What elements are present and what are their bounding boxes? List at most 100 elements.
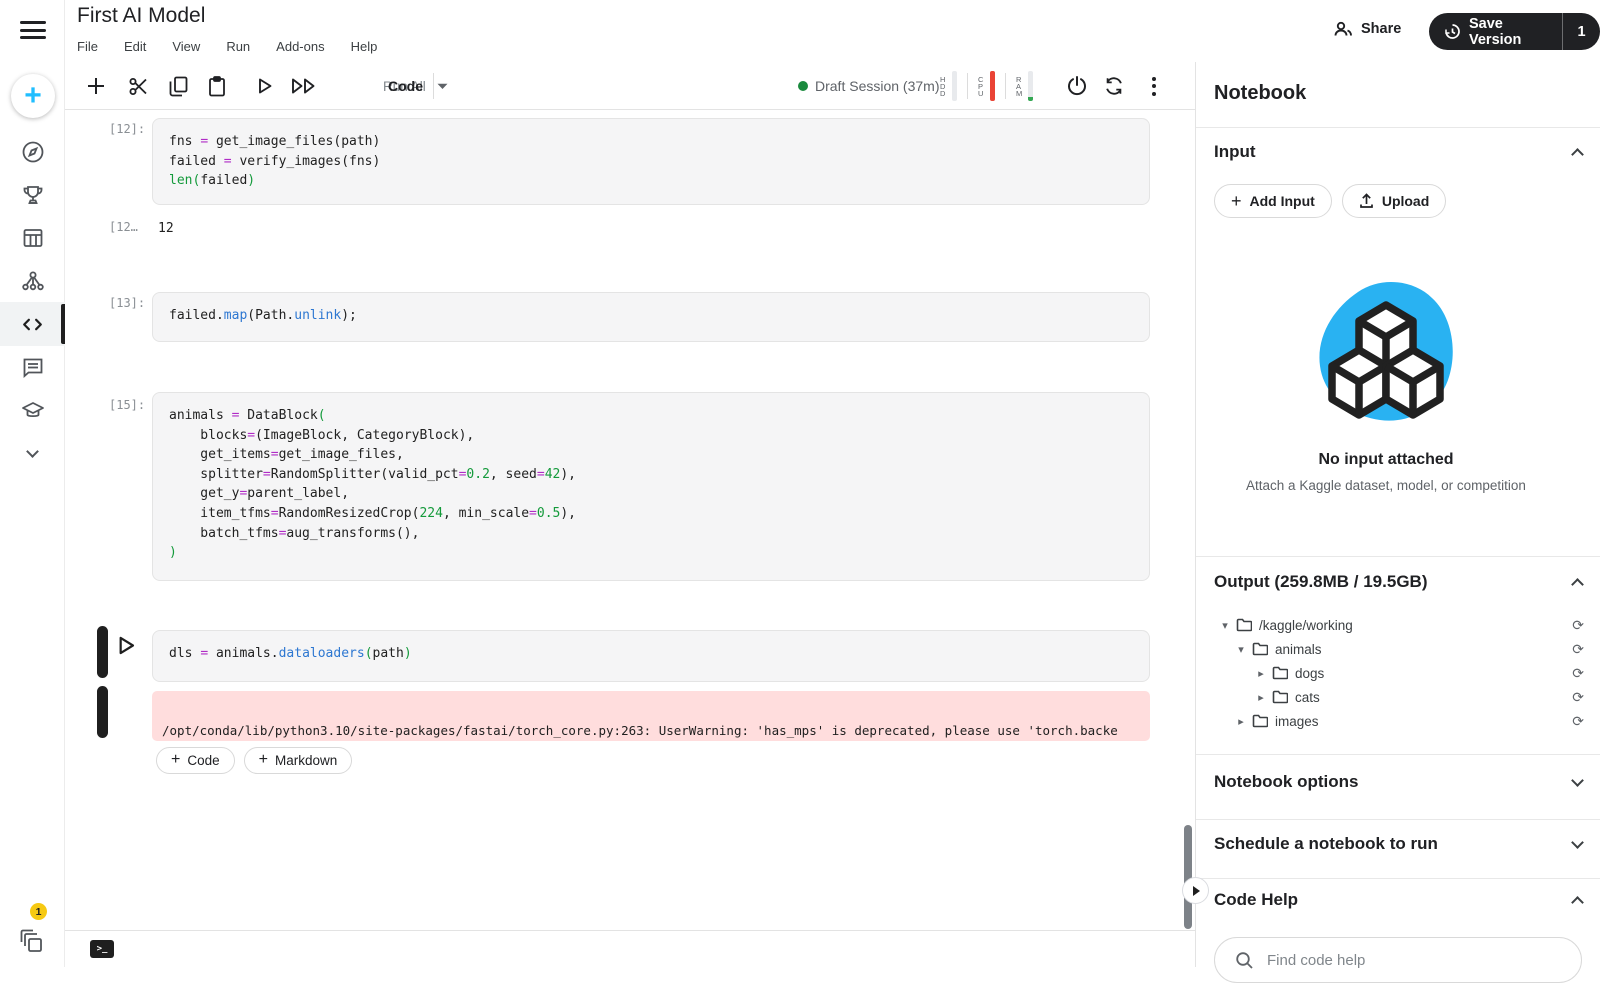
session-status[interactable]: Draft Session (37m)	[798, 62, 939, 110]
sidebar-item-models[interactable]	[0, 259, 65, 303]
sidebar-item-datasets[interactable]	[0, 216, 65, 260]
tree-row-animals[interactable]: ▾ animals ⟳	[1196, 637, 1600, 661]
triangle-right-icon	[1193, 885, 1200, 896]
code-help-section[interactable]: Code Help	[1214, 890, 1584, 910]
code-cell-15[interactable]: animals = DataBlock( blocks=(ImageBlock,…	[152, 392, 1150, 581]
bottom-status-bar: >_	[65, 930, 1195, 967]
divider	[1196, 754, 1600, 755]
sidebar-item-learn[interactable]	[0, 388, 65, 432]
schedule-label: Schedule a notebook to run	[1214, 834, 1438, 853]
menu-view[interactable]: View	[172, 39, 200, 54]
caret-right-icon[interactable]: ▸	[1254, 667, 1268, 680]
ram-gauge[interactable]: RAM	[1016, 71, 1033, 101]
folder-icon	[1252, 642, 1268, 656]
code-line[interactable]: splitter=RandomSplitter(valid_pct=0.2, s…	[169, 465, 1133, 485]
code-line[interactable]: batch_tfms=aug_transforms(),	[169, 524, 1133, 544]
divider	[1196, 556, 1600, 557]
cell-type-dropdown[interactable]: Code	[388, 62, 448, 110]
share-button[interactable]: Share	[1333, 20, 1401, 38]
refresh-icon[interactable]: ⟳	[1572, 689, 1584, 706]
tree-row-images[interactable]: ▸ images ⟳	[1196, 709, 1600, 733]
more-options-button[interactable]	[1139, 62, 1169, 110]
add-input-button[interactable]: + Add Input	[1214, 184, 1332, 218]
refresh-icon[interactable]: ⟳	[1572, 713, 1584, 730]
code-line[interactable]: item_tfms=RandomResizedCrop(224, min_sca…	[169, 504, 1133, 524]
code-cell-12[interactable]: fns = get_image_files(path) failed = veri…	[152, 118, 1150, 205]
tree-row-cats[interactable]: ▸ cats ⟳	[1196, 685, 1600, 709]
caret-down-icon[interactable]: ▾	[1234, 643, 1248, 656]
panel-collapse-handle[interactable]	[1182, 877, 1209, 904]
hdd-bar	[952, 71, 957, 101]
code-line[interactable]: blocks=(ImageBlock, CategoryBlock),	[169, 426, 1133, 446]
code-line[interactable]: )	[169, 543, 1133, 563]
code-help-search[interactable]	[1214, 937, 1582, 983]
active-events-icon[interactable]	[18, 928, 52, 954]
input-header-label: Input	[1214, 142, 1256, 161]
search-input[interactable]	[1267, 951, 1547, 969]
input-section-header[interactable]: Input	[1214, 142, 1584, 162]
code-line[interactable]: fns = get_image_files(path)	[169, 132, 1133, 152]
left-sidebar: + 1	[0, 0, 65, 967]
code-line[interactable]: get_y=parent_label,	[169, 484, 1133, 504]
add-code-cell-button[interactable]: + Code	[156, 747, 235, 774]
code-line[interactable]: dls = animals.dataloaders(path)	[169, 644, 1133, 664]
restart-session-button[interactable]	[1097, 62, 1131, 110]
code-line[interactable]: animals = DataBlock(	[169, 406, 1133, 426]
add-cell-button[interactable]	[81, 62, 111, 110]
folder-name: images	[1275, 713, 1319, 729]
code-line[interactable]: get_items=get_image_files,	[169, 445, 1133, 465]
code-line[interactable]: failed.map(Path.unlink);	[169, 306, 1133, 326]
code-line[interactable]: failed = verify_images(fns)	[169, 152, 1133, 172]
menu-addons[interactable]: Add-ons	[276, 39, 324, 54]
copy-cell-button[interactable]	[163, 62, 193, 110]
warning-line: /opt/conda/lib/python3.10/site-packages/…	[162, 723, 1118, 739]
caret-down-icon[interactable]: ▾	[1218, 619, 1232, 632]
output-header-label: Output (259.8MB / 19.5GB)	[1214, 572, 1428, 591]
menu-file[interactable]: File	[77, 39, 98, 54]
ram-bar	[1028, 71, 1033, 101]
caret-right-icon[interactable]: ▸	[1234, 715, 1248, 728]
terminal-icon[interactable]: >_	[90, 940, 114, 958]
chevron-down-icon	[1571, 835, 1584, 849]
menu-help[interactable]: Help	[351, 39, 378, 54]
menu-edit[interactable]: Edit	[124, 39, 146, 54]
hdd-gauge[interactable]: HDD	[940, 71, 957, 101]
chevron-down-icon	[1571, 773, 1584, 787]
sidebar-item-more[interactable]	[0, 431, 65, 475]
code-line[interactable]: len(failed)	[169, 171, 1133, 191]
paste-cell-button[interactable]	[202, 62, 232, 110]
cpu-gauge[interactable]: CPU	[978, 71, 995, 101]
version-count-badge[interactable]: 1	[1563, 24, 1600, 40]
save-version-button[interactable]: Save Version 1	[1429, 13, 1600, 50]
cut-cell-button[interactable]	[123, 62, 153, 110]
empty-state-title: No input attached	[1318, 451, 1454, 468]
menu-icon[interactable]	[20, 21, 46, 39]
upload-button[interactable]: Upload	[1341, 184, 1447, 218]
create-plus-icon[interactable]: +	[11, 74, 55, 118]
menu-run[interactable]: Run	[226, 39, 250, 54]
scissors-icon	[129, 77, 147, 95]
refresh-icon[interactable]: ⟳	[1572, 617, 1584, 634]
add-markdown-cell-button[interactable]: + Markdown	[243, 747, 353, 774]
sidebar-item-discussions[interactable]	[0, 345, 65, 389]
run-this-cell-button[interactable]	[117, 635, 136, 656]
notebook-options-section[interactable]: Notebook options	[1214, 772, 1584, 792]
refresh-icon[interactable]: ⟳	[1572, 665, 1584, 682]
code-cell-13[interactable]: failed.map(Path.unlink);	[152, 292, 1150, 342]
code-cell-running[interactable]: dls = animals.dataloaders(path)	[152, 630, 1150, 682]
cell-12-output: 12	[158, 221, 174, 236]
stop-session-button[interactable]	[1060, 62, 1094, 110]
divider	[1196, 127, 1600, 128]
sidebar-item-code[interactable]	[0, 302, 65, 346]
run-all-button[interactable]	[287, 62, 321, 110]
caret-right-icon[interactable]: ▸	[1254, 691, 1268, 704]
share-label: Share	[1361, 21, 1402, 37]
tree-row-dogs[interactable]: ▸ dogs ⟳	[1196, 661, 1600, 685]
tree-row--kaggle-working[interactable]: ▾ /kaggle/working ⟳	[1196, 613, 1600, 637]
run-cell-button[interactable]	[251, 62, 279, 110]
refresh-icon[interactable]: ⟳	[1572, 641, 1584, 658]
output-section-header[interactable]: Output (259.8MB / 19.5GB)	[1214, 572, 1584, 592]
sidebar-item-home[interactable]	[0, 130, 65, 174]
schedule-section[interactable]: Schedule a notebook to run	[1214, 834, 1584, 854]
sidebar-item-competitions[interactable]	[0, 173, 65, 217]
